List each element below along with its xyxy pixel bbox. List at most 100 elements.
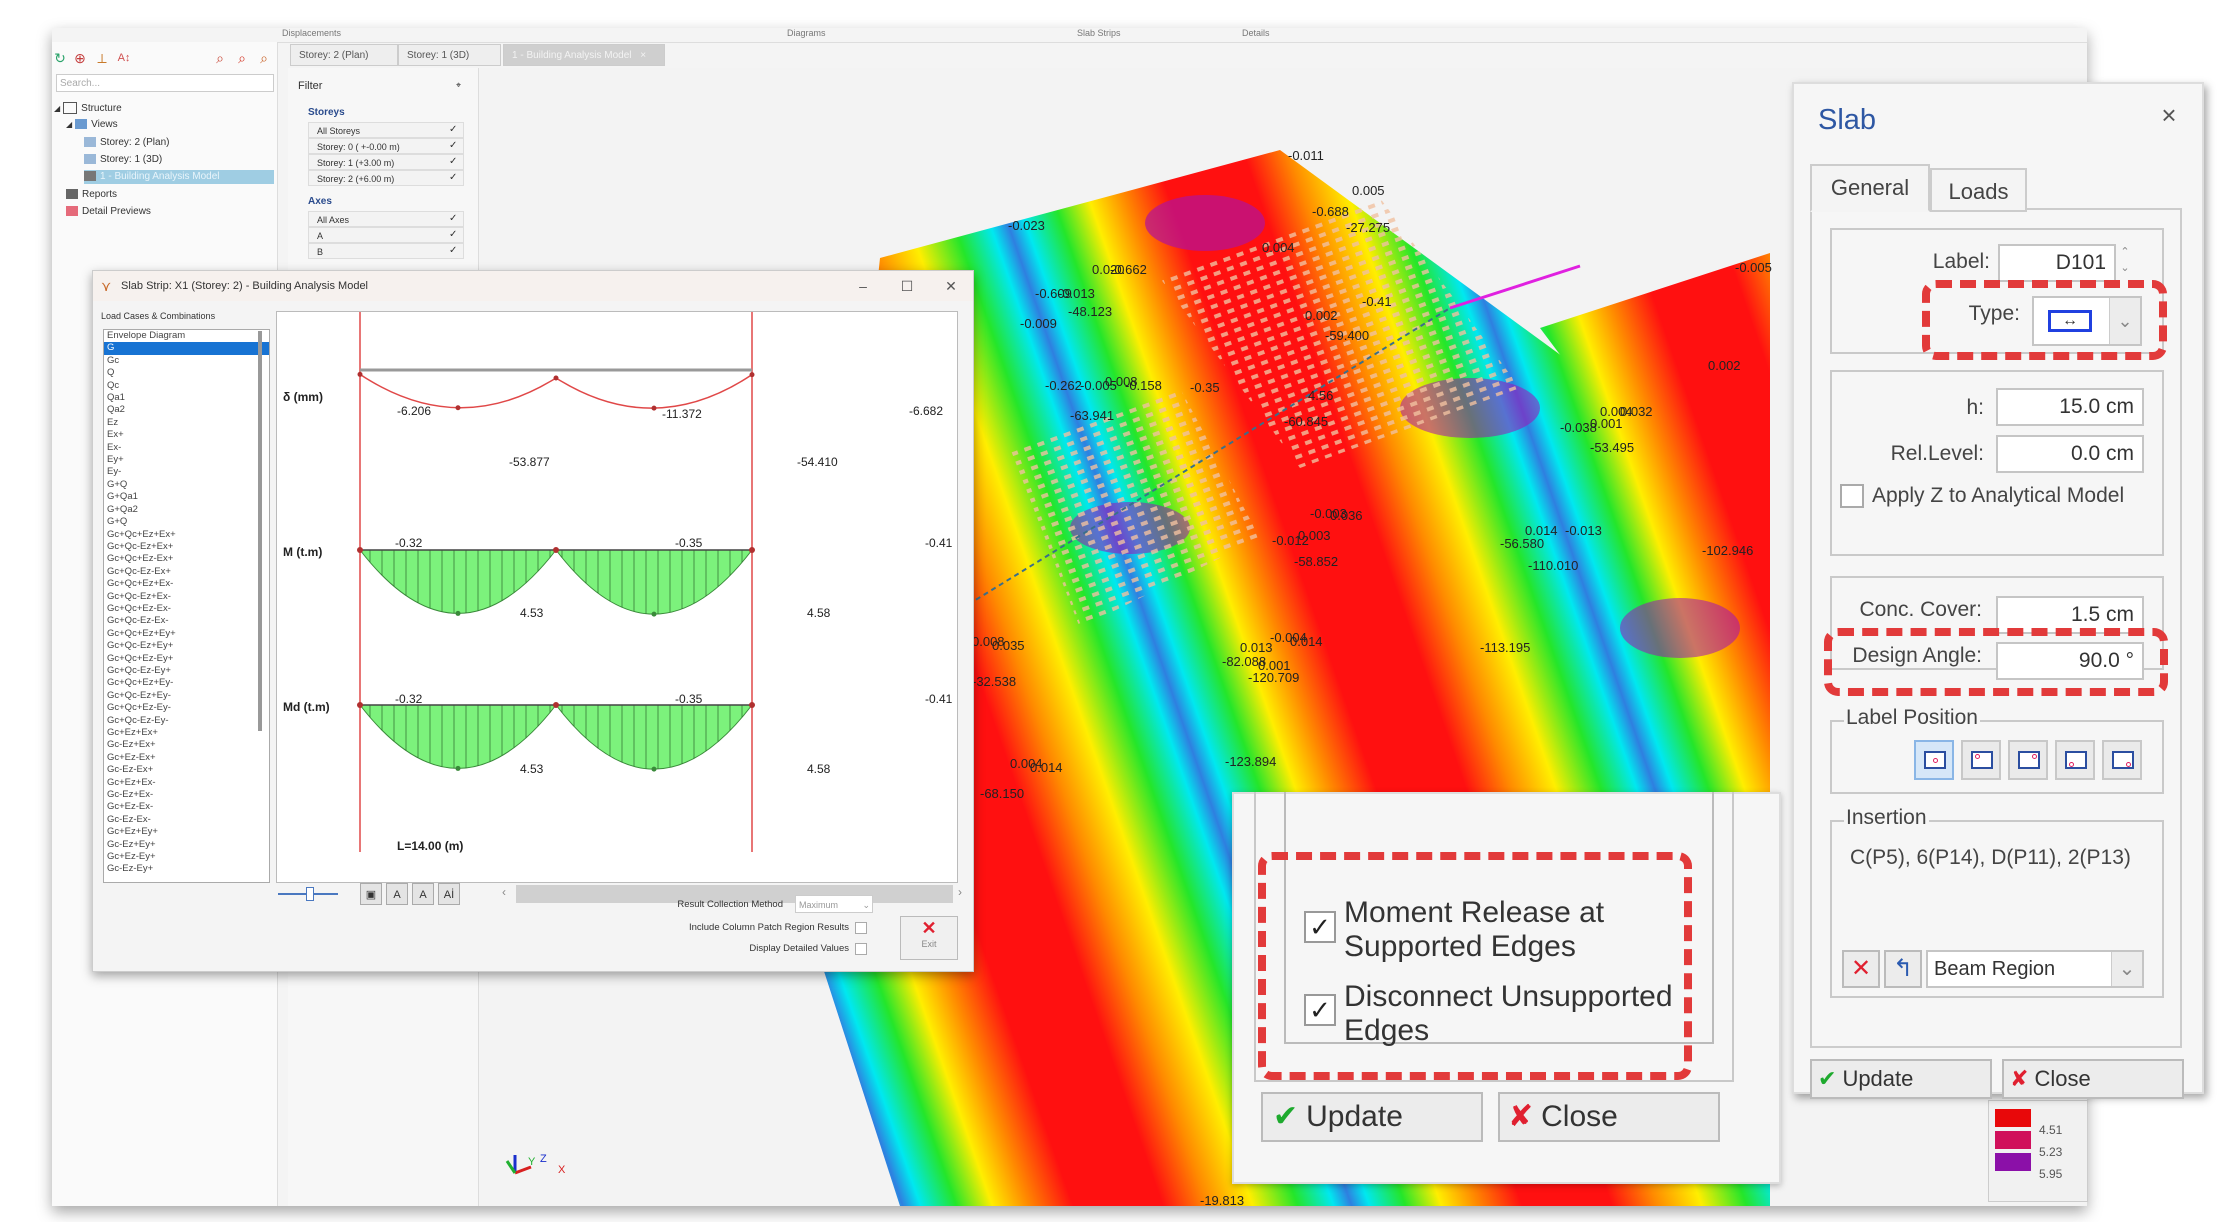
tree-item-detail-previews[interactable]: Detail Previews xyxy=(66,205,151,219)
region-select[interactable]: Beam Region ⌄ xyxy=(1926,950,2144,988)
load-case-item[interactable]: G+Qa2 xyxy=(104,504,269,516)
load-case-item[interactable]: Gc+Ez+Ex+ xyxy=(104,727,269,739)
h-input[interactable]: 15.0 cm xyxy=(1996,388,2144,426)
load-cases-list[interactable]: Envelope Diagram G Gc Q Qc Qa1 Qa2 Ez Ex+ Ex- Ey+ E… xyxy=(103,329,270,883)
fit-icon[interactable]: ▣ xyxy=(360,883,382,905)
tab-close-icon[interactable]: × xyxy=(640,50,646,61)
rel-level-input[interactable]: 0.0 cm xyxy=(1996,435,2144,473)
close-button[interactable]: ✘ Close xyxy=(2002,1059,2184,1099)
load-case-item[interactable]: Gc+Qc+Ez-Ey- xyxy=(104,702,269,714)
load-case-item[interactable]: Gc+Qc+Ez-Ey+ xyxy=(104,653,269,665)
load-case-item[interactable]: Ey+ xyxy=(104,454,269,466)
close-icon[interactable]: × xyxy=(2154,100,2184,131)
filter-row-storey-0[interactable]: Storey: 0 ( +-0.00 m) ✓ xyxy=(308,138,464,154)
load-case-item[interactable]: Q xyxy=(104,367,269,379)
load-case-item[interactable]: Qa1 xyxy=(104,392,269,404)
result-method-select[interactable]: Maximum ⌄ xyxy=(795,895,873,913)
filter-row-all-storeys[interactable]: All Storeys ✓ xyxy=(308,122,464,138)
tab-building-analysis-model[interactable]: 1 - Building Analysis Model × xyxy=(503,44,665,66)
axis-icon[interactable]: ⟂ xyxy=(94,50,110,66)
load-case-item[interactable]: G+Q xyxy=(104,516,269,528)
load-case-item[interactable]: Gc xyxy=(104,355,269,367)
load-case-item[interactable]: Gc+Qc-Ez-Ey- xyxy=(104,715,269,727)
tree-search-input[interactable]: Search... xyxy=(56,74,274,92)
load-case-item[interactable]: Ey- xyxy=(104,466,269,478)
load-case-item[interactable]: Gc+Qc+Ez+Ex- xyxy=(104,578,269,590)
load-case-item[interactable]: G+Qa1 xyxy=(104,491,269,503)
load-case-item[interactable]: Gc-Ez-Ex- xyxy=(104,814,269,826)
label-position-top-right-button[interactable] xyxy=(2008,740,2048,780)
load-case-item[interactable]: Gc-Ez+Ex+ xyxy=(104,739,269,751)
load-case-item[interactable]: Gc+Qc+Ez-Ex+ xyxy=(104,553,269,565)
tree-item-storey-2-plan[interactable]: Storey: 2 (Plan) xyxy=(84,136,169,150)
close-button[interactable]: ✕ xyxy=(929,271,973,301)
load-case-item[interactable]: Gc+Ez-Ex+ xyxy=(104,752,269,764)
tab-storey-1-3d[interactable]: Storey: 1 (3D) xyxy=(398,44,501,66)
load-case-item[interactable]: Gc+Qc-Ez-Ey+ xyxy=(104,665,269,677)
zoom-grid-icon[interactable]: ⌕ xyxy=(256,50,272,66)
load-case-item[interactable]: Gc+Qc+Ez-Ex- xyxy=(104,603,269,615)
label-position-bottom-left-button[interactable] xyxy=(2055,740,2095,780)
list-scrollbar[interactable] xyxy=(258,331,262,731)
display-detailed-checkbox[interactable] xyxy=(855,943,867,955)
text-icon[interactable]: Aİ xyxy=(438,883,460,905)
load-case-item[interactable]: Gc+Qc+Ez+Ex+ xyxy=(104,529,269,541)
delete-insertion-button[interactable]: ✕ xyxy=(1842,950,1880,988)
tree-item-structure[interactable]: ◢ Structure xyxy=(54,102,122,116)
checkbox[interactable]: ✓ xyxy=(449,214,459,224)
filter-row-storey-2[interactable]: Storey: 2 (+6.00 m) ✓ xyxy=(308,170,464,186)
zoom-search-icon[interactable]: ⌕ xyxy=(212,50,228,66)
filter-row-all-axes[interactable]: All Axes ✓ xyxy=(308,211,464,227)
checkbox[interactable]: ✓ xyxy=(449,230,459,240)
apply-z-checkbox[interactable] xyxy=(1840,484,1864,508)
load-case-item[interactable]: Qc xyxy=(104,380,269,392)
undo-insertion-button[interactable]: ↰ xyxy=(1884,950,1922,988)
label-position-top-left-button[interactable] xyxy=(1961,740,2001,780)
load-case-item[interactable]: Ex+ xyxy=(104,429,269,441)
load-case-item[interactable]: Ez xyxy=(104,417,269,429)
minimize-button[interactable]: – xyxy=(841,271,885,301)
storeys-header[interactable]: Storeys xyxy=(308,107,345,118)
label-position-center-button[interactable] xyxy=(1914,740,1954,780)
refresh-icon[interactable]: ↻ xyxy=(52,50,68,66)
load-case-item[interactable]: G xyxy=(104,342,269,355)
load-case-item[interactable]: Gc-Ez+Ex- xyxy=(104,789,269,801)
axes-header[interactable]: Axes xyxy=(308,196,332,207)
load-case-item[interactable]: Gc-Ez-Ey+ xyxy=(104,863,269,875)
load-case-item[interactable]: Gc+Qc-Ez+Ey- xyxy=(104,690,269,702)
load-case-item[interactable]: Gc+Qc-Ez+Ey+ xyxy=(104,640,269,652)
close-button[interactable]: ✘ Close xyxy=(1498,1092,1720,1142)
scroll-left-button[interactable]: ‹ xyxy=(502,885,506,899)
load-case-item[interactable]: Gc+Ez+Ey+ xyxy=(104,826,269,838)
load-case-item[interactable]: Ex- xyxy=(104,442,269,454)
label-icon[interactable]: A↕ xyxy=(116,50,132,66)
checkbox[interactable]: ✓ xyxy=(449,157,459,167)
load-case-item[interactable]: Gc+Qc+Ez+Ey- xyxy=(104,677,269,689)
load-case-item[interactable]: Gc+Qc-Ez+Ex- xyxy=(104,591,269,603)
tab-storey-2-plan[interactable]: Storey: 2 (Plan) xyxy=(290,44,398,66)
label-input[interactable]: D101 xyxy=(1998,244,2116,282)
load-case-item[interactable]: Gc-Ez-Ex+ xyxy=(104,764,269,776)
load-case-item[interactable]: Envelope Diagram xyxy=(104,330,269,342)
checkbox[interactable]: ✓ xyxy=(449,125,459,135)
font-decrease-icon[interactable]: A xyxy=(386,883,408,905)
include-column-patch-checkbox[interactable] xyxy=(855,922,867,934)
maximize-button[interactable]: ☐ xyxy=(885,271,929,301)
scroll-right-button[interactable]: › xyxy=(958,885,962,899)
load-case-item[interactable]: Gc-Ez+Ey+ xyxy=(104,839,269,851)
exit-button[interactable]: ✕ Exit xyxy=(900,916,958,960)
tree-item-building-analysis-model[interactable]: 1 - Building Analysis Model xyxy=(84,170,274,184)
load-case-item[interactable]: Gc+Qc-Ez+Ex+ xyxy=(104,541,269,553)
tree-item-reports[interactable]: Reports xyxy=(66,188,117,202)
checkbox[interactable]: ✓ xyxy=(449,173,459,183)
load-case-item[interactable]: Gc+Qc-Ez-Ex- xyxy=(104,615,269,627)
filter-row-axis-a[interactable]: A ✓ xyxy=(308,227,464,243)
tree-item-storey-1-3d[interactable]: Storey: 1 (3D) xyxy=(84,153,162,167)
zoom-slider-thumb[interactable] xyxy=(306,887,314,901)
update-button[interactable]: ✔ Update xyxy=(1261,1092,1483,1142)
filter-row-storey-1[interactable]: Storey: 1 (+3.00 m) ✓ xyxy=(308,154,464,170)
globe-icon[interactable]: ⊕ xyxy=(72,50,88,66)
tab-loads[interactable]: Loads xyxy=(1930,168,2027,212)
dialog-title-bar[interactable]: ⋎ Slab Strip: X1 (Storey: 2) - Building … xyxy=(93,271,973,301)
zoom-pin-icon[interactable]: ⌕ xyxy=(234,50,250,66)
